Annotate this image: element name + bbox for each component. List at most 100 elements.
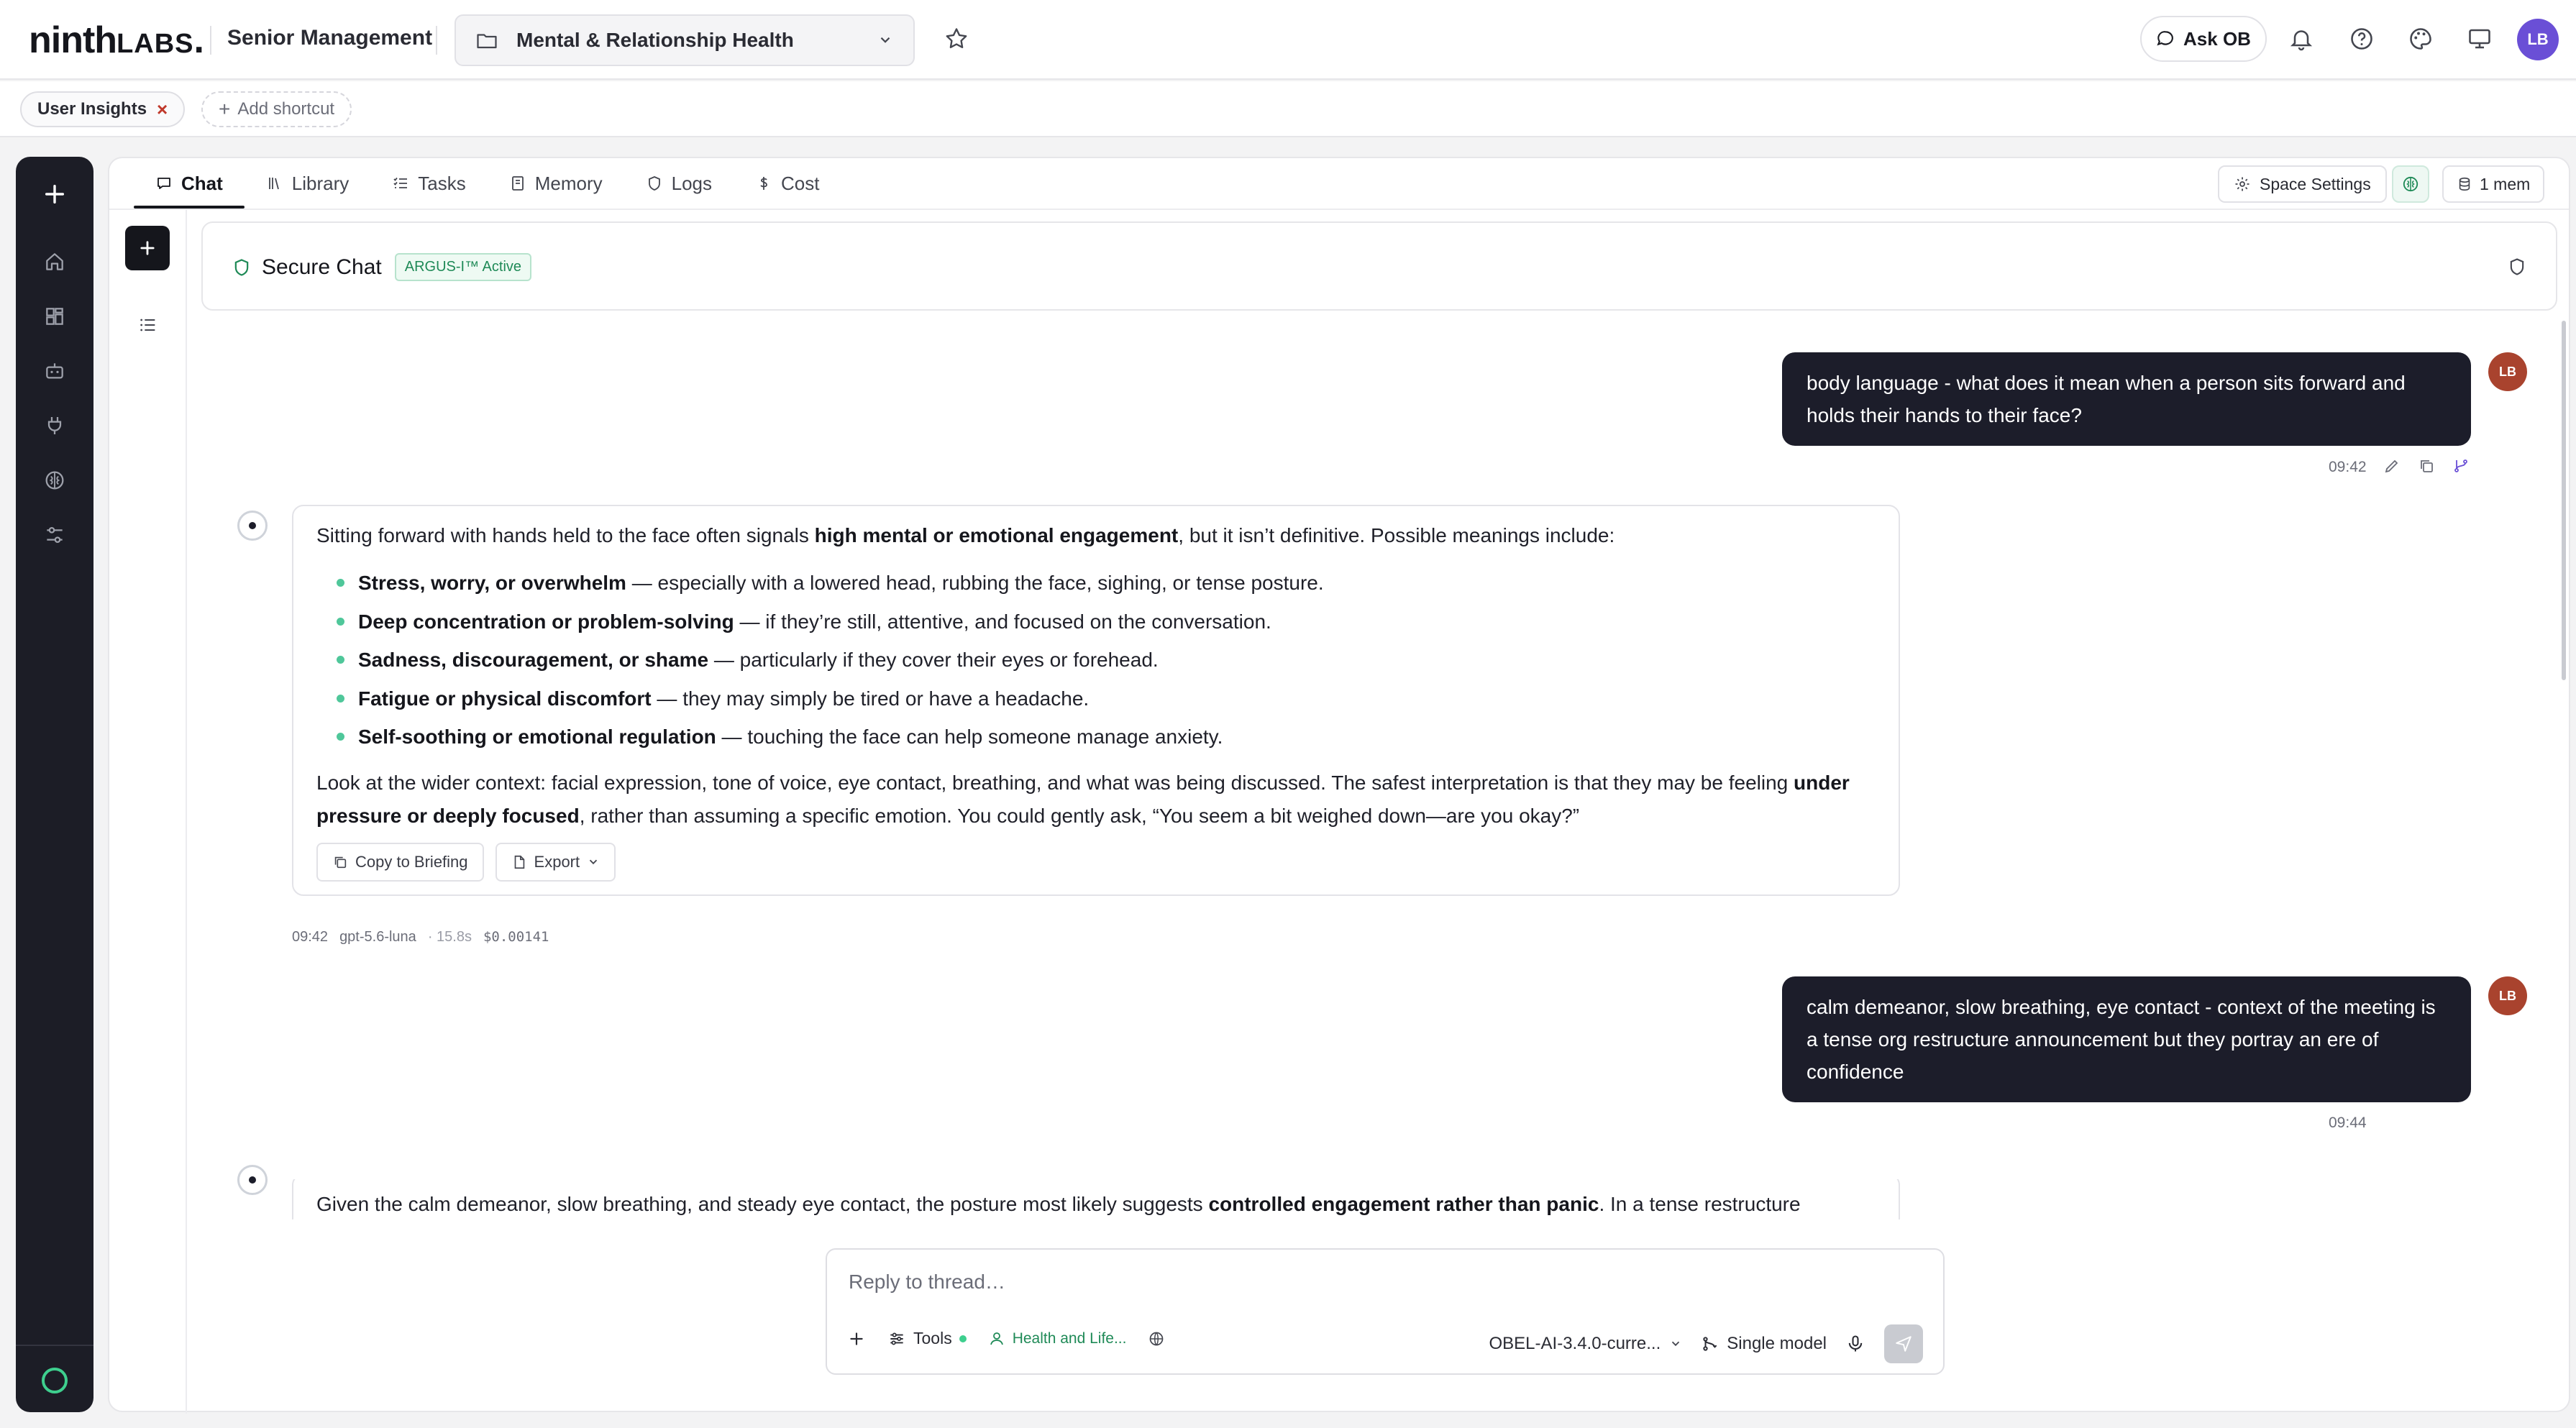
attach-button[interactable] (847, 1329, 866, 1348)
text-run-bold: controlled engagement rather than panic (1208, 1193, 1599, 1215)
monitor-icon[interactable] (2467, 26, 2493, 52)
message-actions (2383, 457, 2470, 475)
file-icon (511, 854, 527, 870)
copy-to-briefing-button[interactable]: Copy to Briefing (316, 842, 484, 882)
tab-chat[interactable]: Chat (134, 158, 245, 209)
message-text: calm demeanor, slow breathing, eye conta… (1807, 996, 2436, 1083)
tab-label: Tasks (418, 172, 466, 194)
list-item: Fatigue or physical discomfort — they ma… (337, 679, 1876, 718)
security-shield-icon[interactable] (2507, 256, 2527, 278)
ninthlabs-logo[interactable]: ninth LABS. (29, 19, 204, 62)
latency: · 15.8s (427, 929, 472, 945)
space-settings-button[interactable]: Space Settings (2218, 165, 2387, 203)
branch-icon[interactable] (2452, 457, 2470, 475)
plug-icon[interactable] (16, 406, 93, 446)
favorite-star-icon[interactable] (944, 26, 969, 52)
tab-tasks[interactable]: Tasks (370, 158, 487, 209)
assistant-avatar-icon (237, 511, 268, 541)
chevron-down-icon (1669, 1337, 1682, 1350)
text-run-bold: Sadness, discouragement, or shame (358, 649, 709, 671)
brain-icon[interactable] (16, 460, 93, 500)
list-item: Stress, worry, or overwhelm — especially… (337, 564, 1876, 603)
tab-memory[interactable]: Memory (488, 158, 624, 209)
home-icon[interactable] (16, 242, 93, 282)
text-run: — if they’re still, attentive, and focus… (734, 610, 1271, 633)
close-icon[interactable]: × (157, 99, 168, 121)
database-icon (2457, 175, 2472, 193)
assistant-message: Given the calm demeanor, slow breathing,… (292, 1179, 1900, 1219)
divider (436, 26, 437, 55)
tools-button[interactable]: Tools (887, 1329, 967, 1348)
merge-icon (1701, 1335, 1719, 1353)
sliders-icon[interactable] (16, 515, 93, 555)
shortcut-chip-user-insights[interactable]: User Insights × (20, 91, 186, 127)
workspace-panel: Chat Library Tasks Memory Logs Cost Spac… (108, 157, 2570, 1414)
text-run: — particularly if they cover their eyes … (708, 649, 1159, 671)
tasks-icon (392, 175, 409, 192)
divider (109, 209, 2569, 210)
space-selector[interactable]: Mental & Relationship Health (455, 14, 915, 66)
ask-ob-button[interactable]: Ask OB (2140, 16, 2267, 62)
dashboard-icon[interactable] (16, 296, 93, 337)
microphone-icon[interactable] (1845, 1334, 1865, 1354)
memory-icon (509, 175, 526, 192)
tab-label: Logs (671, 172, 713, 194)
web-search-toggle[interactable] (1148, 1330, 1165, 1347)
edit-icon[interactable] (2383, 457, 2401, 475)
new-thread-button[interactable] (125, 226, 170, 270)
brain-toggle-button[interactable] (2392, 165, 2429, 203)
list-item: Self-soothing or emotional regulation — … (337, 718, 1876, 756)
text-run: Sitting forward with hands held to the f… (316, 524, 815, 546)
ask-ob-label: Ask OB (2183, 27, 2251, 50)
model-mode-label: Single model (1727, 1334, 1827, 1353)
dollar-icon (755, 175, 772, 192)
tab-bar: Chat Library Tasks Memory Logs Cost (134, 158, 841, 209)
top-bar: ninth LABS. Senior Management Mental & Re… (0, 0, 2576, 80)
text-run-bold: Stress, worry, or overwhelm (358, 572, 626, 594)
plus-icon (847, 1329, 866, 1348)
model-selector[interactable]: OBEL-AI-3.4.0-curre... (1489, 1334, 1683, 1354)
tab-library[interactable]: Library (245, 158, 370, 209)
text-run: — they may simply be tired or have a hea… (651, 687, 1090, 710)
chat-icon (155, 175, 173, 192)
thread-list-icon[interactable] (138, 315, 158, 335)
send-button[interactable] (1884, 1324, 1923, 1363)
status-ring-icon[interactable] (42, 1368, 68, 1393)
user-avatar[interactable]: LB (2517, 19, 2559, 60)
bullet-list: Stress, worry, or overwhelm — especially… (316, 564, 1876, 756)
organization-name[interactable]: Senior Management (227, 26, 432, 50)
model-mode-toggle[interactable]: Single model (1701, 1334, 1827, 1354)
send-icon (1894, 1335, 1913, 1353)
tab-label: Cost (781, 172, 820, 194)
export-button[interactable]: Export (495, 842, 616, 882)
memory-count-button[interactable]: 1 mem (2442, 165, 2545, 203)
brain-icon (2401, 175, 2420, 193)
assistant-message: Sitting forward with hands held to the f… (292, 505, 1900, 896)
reply-input[interactable] (849, 1265, 1855, 1299)
chat-bubble-icon (2156, 29, 2175, 48)
copy-to-briefing-label: Copy to Briefing (355, 852, 468, 871)
bot-icon[interactable] (16, 351, 93, 391)
add-shortcut-button[interactable]: + Add shortcut (201, 91, 352, 127)
bell-icon[interactable] (2288, 26, 2314, 52)
scrollbar[interactable] (2562, 321, 2566, 680)
shortcut-chip-label: User Insights (37, 99, 147, 119)
memory-count-label: 1 mem (2480, 174, 2531, 193)
tab-logs[interactable]: Logs (624, 158, 734, 209)
message-timestamp: 09:44 (2329, 1115, 2367, 1131)
status-badge: ARGUS-I™ Active (394, 253, 532, 281)
gear-icon (2234, 175, 2251, 193)
tab-label: Memory (534, 172, 603, 194)
help-icon[interactable] (2349, 26, 2375, 52)
message-composer: Tools Health and Life... OBEL-AI-3.4.0-c… (826, 1248, 1945, 1375)
copy-icon[interactable] (2418, 457, 2435, 475)
tab-label: Chat (181, 172, 223, 194)
persona-selector[interactable]: Health and Life... (988, 1330, 1126, 1347)
model-selector-label: OBEL-AI-3.4.0-curre... (1489, 1334, 1661, 1353)
new-item-icon[interactable] (16, 174, 93, 214)
tab-cost[interactable]: Cost (734, 158, 841, 209)
text-run: Look at the wider context: facial expres… (316, 771, 1794, 794)
tab-label: Library (291, 172, 350, 194)
palette-icon[interactable] (2408, 26, 2434, 52)
plus-icon: + (219, 98, 231, 120)
